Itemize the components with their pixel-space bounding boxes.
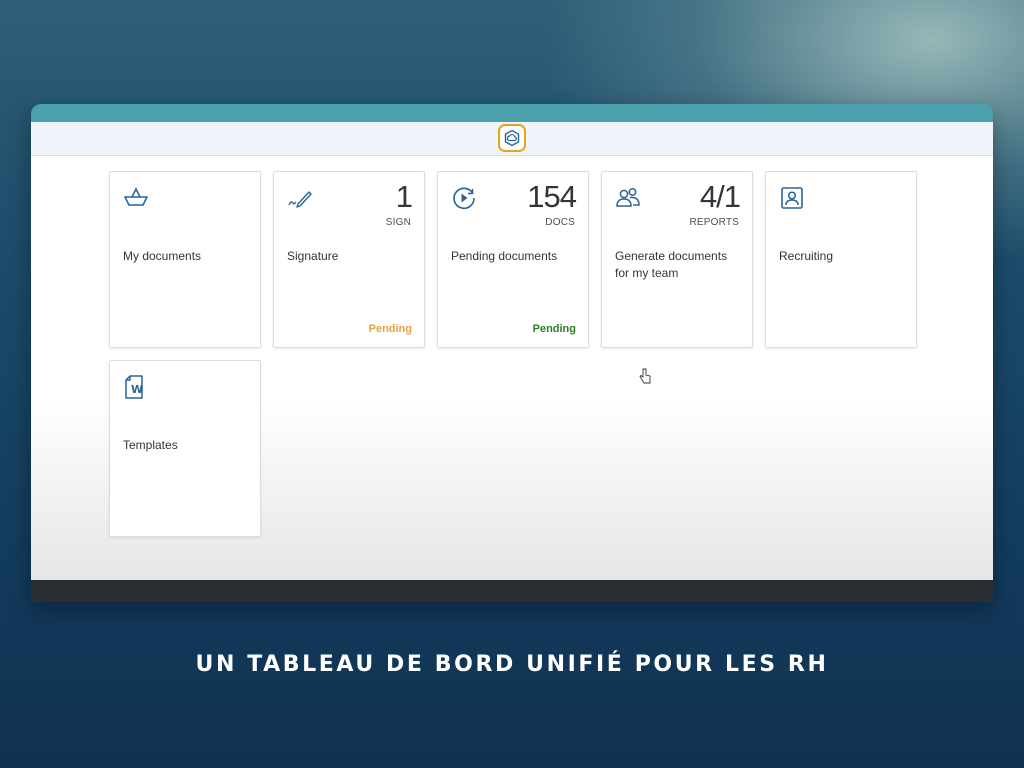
tile-generate-documents[interactable]: 4/1 REPORTS Generate documents for my te… [601,171,753,348]
basket-icon [122,184,150,212]
bottom-bar [31,580,993,602]
group-icon [614,184,642,212]
status-label-pending: Pending [532,323,576,335]
status-label-pending: Pending [368,323,412,335]
tile-count: 154 [527,179,577,214]
tile-unit: SIGN [385,217,411,228]
tile-count: 1 [395,179,413,214]
tile-title: My documents [123,249,202,263]
top-accent-strip [31,104,993,122]
tile-count: 4/1 [699,179,741,214]
tile-title: Templates [123,438,178,452]
launchpad-content: My documents 1 SIGN Signature Pending 15… [31,156,993,580]
tile-my-documents[interactable]: My documents [109,171,261,348]
tile-unit: DOCS [545,217,575,228]
tile-pending-documents[interactable]: 154 DOCS Pending documents Pending [437,171,589,348]
tile-title: Pending documents [451,249,558,263]
svg-text:W: W [131,383,143,396]
caption: UN TABLEAU DE BORD UNIFIÉ POUR LES RH [195,652,829,677]
tile-title: Signature [287,249,339,263]
tile-title: Generate documents for my team [615,249,728,280]
word-document-icon: W [122,373,150,401]
play-circle-icon [450,184,478,212]
tile-unit: REPORTS [689,217,739,228]
app-window: My documents 1 SIGN Signature Pending 15… [31,104,993,602]
person-card-icon [778,184,806,212]
tile-title: Recruiting [779,249,834,263]
hand-cursor-icon [639,368,651,384]
shell-header [31,122,993,156]
pen-signature-icon [286,184,314,212]
tile-recruiting[interactable]: Recruiting [765,171,917,348]
cloud-hexagon-icon[interactable] [498,124,526,152]
tile-signature[interactable]: 1 SIGN Signature Pending [273,171,425,348]
tile-templates[interactable]: W Templates [109,360,261,537]
